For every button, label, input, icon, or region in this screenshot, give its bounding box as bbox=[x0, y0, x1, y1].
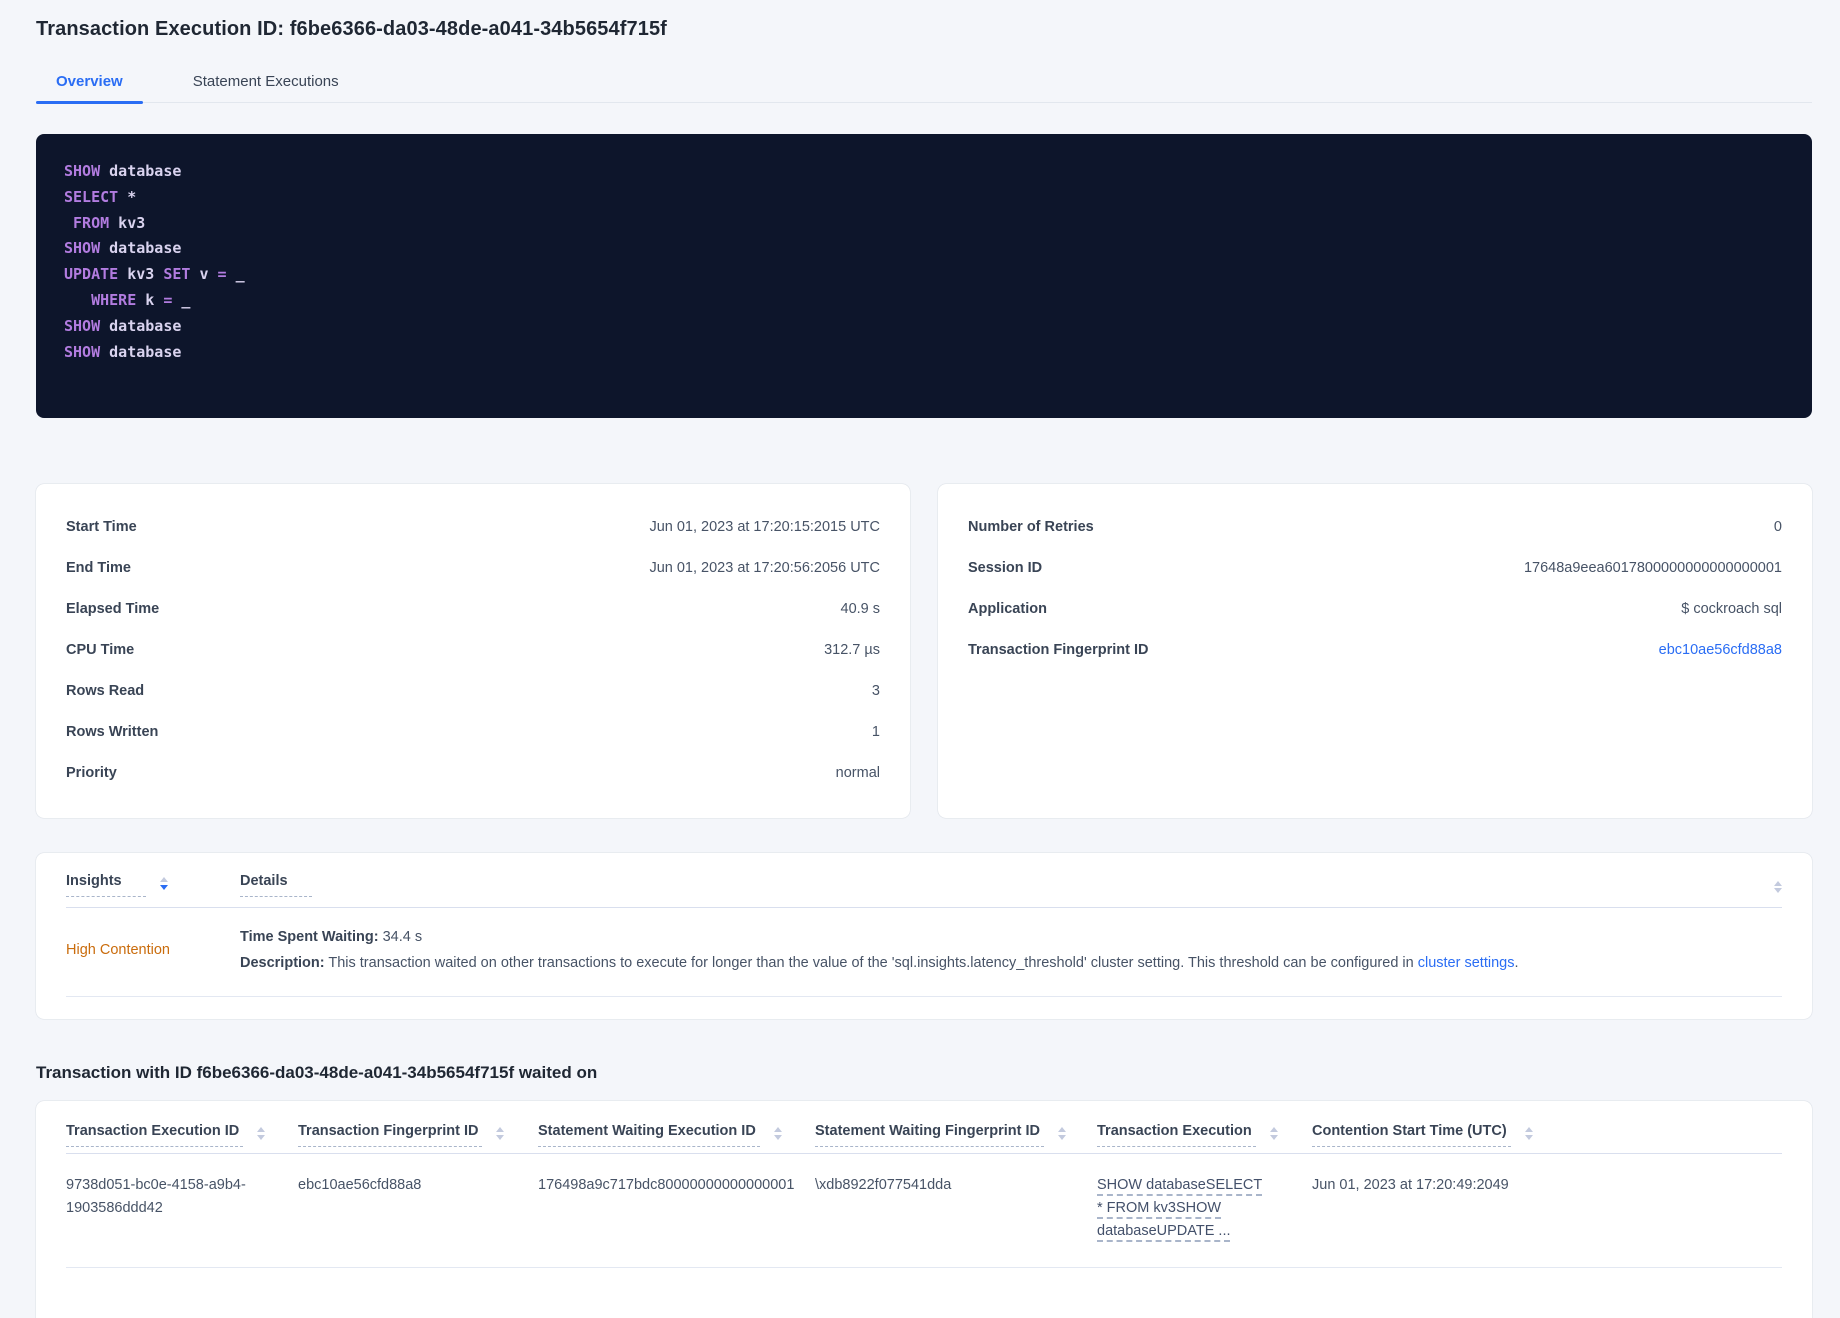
summary-label: Rows Written bbox=[66, 723, 159, 740]
summary-row: Application $ cockroach sql bbox=[968, 588, 1782, 629]
time-spent-waiting-line: Time Spent Waiting: 34.4 s bbox=[240, 924, 1782, 950]
waited-on-table-header: Transaction Execution ID Transaction Fing… bbox=[66, 1101, 1782, 1147]
summary-row: Elapsed Time 40.9 s bbox=[66, 588, 880, 629]
summary-row: CPU Time 312.7 µs bbox=[66, 629, 880, 670]
sql-line: UPDATE kv3 SET v = _ bbox=[64, 265, 245, 284]
insight-row: High Contention Time Spent Waiting: 34.4… bbox=[66, 908, 1782, 997]
insights-column-label: Insights bbox=[66, 873, 146, 897]
description-label: Description: bbox=[240, 955, 325, 971]
column-header-statement-waiting-fingerprint-id[interactable]: Statement Waiting Fingerprint ID bbox=[815, 1123, 1097, 1147]
summary-row: Session ID 17648a9eea60178000000000000000… bbox=[968, 547, 1782, 588]
cell-transaction-execution: SHOW databaseSELECT * FROM kv3SHOW datab… bbox=[1097, 1174, 1312, 1243]
summary-row: End Time Jun 01, 2023 at 17:20:56:2056 UT… bbox=[66, 547, 880, 588]
column-header-label: Transaction Execution ID bbox=[66, 1123, 244, 1147]
summary-value: 312.7 µs bbox=[824, 641, 880, 658]
column-header-contention-start-time-utc-[interactable]: Contention Start Time (UTC) bbox=[1312, 1123, 1782, 1147]
transaction-fingerprint-link[interactable]: ebc10ae56cfd88a8 bbox=[1659, 642, 1782, 658]
waited-on-table-row: 9738d051-bc0e-4158-a9b4-1903586ddd42 ebc… bbox=[66, 1154, 1782, 1268]
summary-row: Number of Retries 0 bbox=[968, 506, 1782, 547]
column-header-label: Transaction Execution bbox=[1097, 1123, 1256, 1147]
tab-overview[interactable]: Overview bbox=[36, 65, 143, 104]
column-header-label: Statement Waiting Fingerprint ID bbox=[815, 1123, 1045, 1147]
summary-label: Priority bbox=[66, 764, 117, 781]
sql-line: SHOW database bbox=[64, 239, 182, 258]
insight-type-badge: High Contention bbox=[66, 942, 170, 958]
time-spent-waiting-value: 34.4 s bbox=[378, 929, 423, 945]
summary-value: Jun 01, 2023 at 17:20:56:2056 UTC bbox=[649, 559, 880, 576]
summary-row: Start Time Jun 01, 2023 at 17:20:15:2015 … bbox=[66, 506, 880, 547]
details-column-label: Details bbox=[240, 873, 312, 897]
sql-line: SHOW database bbox=[64, 342, 182, 361]
summary-label: Elapsed Time bbox=[66, 600, 160, 617]
description-text: This transaction waited on other transac… bbox=[324, 955, 1418, 971]
description-suffix: . bbox=[1514, 955, 1519, 971]
column-header-transaction-execution-id[interactable]: Transaction Execution ID bbox=[66, 1123, 298, 1147]
transaction-details-page: Transaction Execution ID: f6be6366-da03-… bbox=[0, 0, 1840, 1318]
summary-label: Rows Read bbox=[66, 682, 145, 699]
sort-icon[interactable] bbox=[496, 1127, 505, 1140]
cell-contention-start-time: Jun 01, 2023 at 17:20:49:2049 bbox=[1312, 1177, 1509, 1193]
column-header-label: Contention Start Time (UTC) bbox=[1312, 1123, 1511, 1147]
description-line: Description: This transaction waited on … bbox=[240, 950, 1782, 976]
summary-value: 17648a9eea6017800000000000000001 bbox=[1523, 559, 1782, 576]
sql-line: SHOW database bbox=[64, 316, 182, 335]
column-header-label: Statement Waiting Execution ID bbox=[538, 1123, 760, 1147]
summary-cards-row: Start Time Jun 01, 2023 at 17:20:15:2015 … bbox=[36, 484, 1812, 818]
sql-statements-box: SHOW database SELECT * FROM kv3 SHOW datab… bbox=[36, 134, 1812, 418]
summary-value: 40.9 s bbox=[840, 600, 881, 617]
summary-label: CPU Time bbox=[66, 641, 135, 658]
transaction-execution-link[interactable]: SHOW databaseSELECT * FROM kv3SHOW datab… bbox=[1097, 1174, 1267, 1243]
summary-row: Transaction Fingerprint ID ebc10ae56cfd88… bbox=[968, 629, 1782, 670]
sort-icon[interactable] bbox=[257, 1127, 266, 1140]
summary-row: Priority normal bbox=[66, 752, 880, 793]
details-column-header[interactable]: Details bbox=[240, 873, 1774, 897]
insights-table-card: Insights Details High Contention Time Sp… bbox=[36, 853, 1812, 1019]
summary-value: normal bbox=[835, 764, 880, 781]
sort-icon[interactable] bbox=[1524, 1127, 1533, 1140]
insight-details: Time Spent Waiting: 34.4 s Description: … bbox=[240, 924, 1782, 976]
sort-icon[interactable] bbox=[1774, 880, 1782, 894]
sql-line: FROM kv3 bbox=[73, 213, 146, 232]
summary-value: 1 bbox=[871, 723, 880, 740]
sql-line: WHERE k = _ bbox=[91, 290, 191, 309]
summary-label: Application bbox=[968, 600, 1047, 617]
sort-icon[interactable] bbox=[1269, 1127, 1278, 1140]
cell-statement-waiting-execution-id: 176498a9c717bdc80000000000000001 bbox=[538, 1177, 795, 1193]
summary-row: Rows Written 1 bbox=[66, 711, 880, 752]
sql-line: SELECT * bbox=[64, 187, 137, 206]
summary-label: Start Time bbox=[66, 518, 137, 535]
insights-extra-sort[interactable] bbox=[1774, 877, 1782, 894]
waited-on-table-card: Transaction Execution ID Transaction Fing… bbox=[36, 1101, 1812, 1318]
summary-value: 0 bbox=[1773, 518, 1782, 535]
waited-on-heading: Transaction with ID f6be6366-da03-48de-a… bbox=[36, 1063, 598, 1082]
summary-label: Number of Retries bbox=[968, 518, 1094, 535]
column-header-transaction-execution[interactable]: Transaction Execution bbox=[1097, 1123, 1312, 1147]
summary-row: Rows Read 3 bbox=[66, 670, 880, 711]
sql-line: SHOW database bbox=[64, 162, 182, 180]
cell-statement-waiting-fingerprint-id: \xdb8922f077541dda bbox=[815, 1177, 952, 1193]
cell-transaction-fingerprint-id: ebc10ae56cfd88a8 bbox=[298, 1177, 422, 1193]
cell-transaction-execution-id: 9738d051-bc0e-4158-a9b4-1903586ddd42 bbox=[66, 1177, 246, 1216]
execution-summary-card: Start Time Jun 01, 2023 at 17:20:15:2015 … bbox=[36, 484, 910, 818]
column-header-statement-waiting-execution-id[interactable]: Statement Waiting Execution ID bbox=[538, 1123, 815, 1147]
tab-statement-executions[interactable]: Statement Executions bbox=[173, 65, 359, 102]
sort-icon[interactable] bbox=[159, 877, 168, 890]
summary-label: Session ID bbox=[968, 559, 1043, 576]
sort-icon[interactable] bbox=[773, 1127, 782, 1140]
session-summary-card: Number of Retries 0 Session ID 17648a9eea60… bbox=[938, 484, 1812, 818]
sort-icon[interactable] bbox=[1058, 1127, 1067, 1140]
summary-value: Jun 01, 2023 at 17:20:15:2015 UTC bbox=[649, 518, 880, 535]
column-header-transaction-fingerprint-id[interactable]: Transaction Fingerprint ID bbox=[298, 1123, 538, 1147]
summary-value: 3 bbox=[871, 682, 880, 699]
insights-table-header: Insights Details bbox=[66, 853, 1782, 897]
insights-column-header[interactable]: Insights bbox=[66, 873, 240, 897]
time-spent-waiting-label: Time Spent Waiting: bbox=[240, 929, 379, 945]
column-header-label: Transaction Fingerprint ID bbox=[298, 1123, 483, 1147]
summary-value: $ cockroach sql bbox=[1681, 600, 1782, 617]
tab-bar: Overview Statement Executions bbox=[36, 65, 1812, 104]
summary-label: Transaction Fingerprint ID bbox=[968, 641, 1149, 658]
page-title: Transaction Execution ID: f6be6366-da03-… bbox=[36, 18, 667, 40]
summary-label: End Time bbox=[66, 559, 131, 576]
cluster-settings-link[interactable]: cluster settings bbox=[1418, 955, 1515, 971]
